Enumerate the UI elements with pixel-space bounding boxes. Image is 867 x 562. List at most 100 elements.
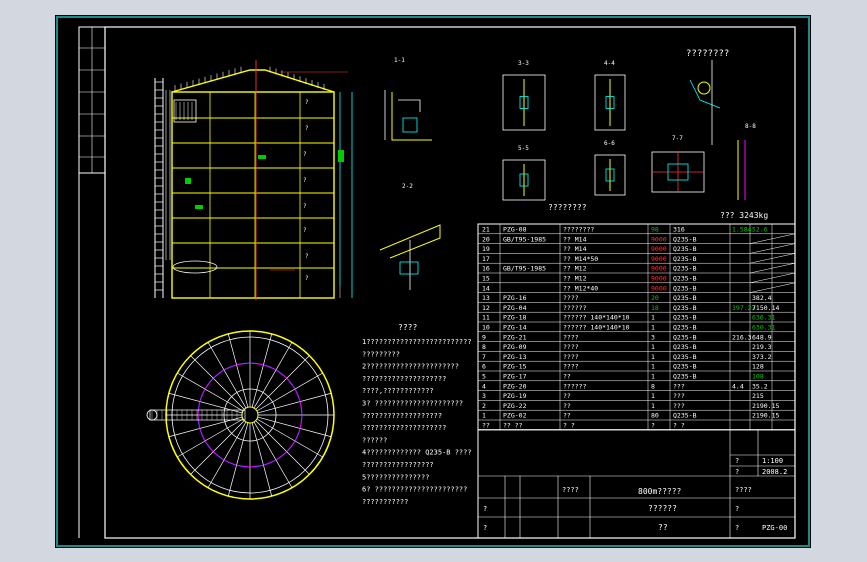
bom-cell-name: ? ?	[563, 422, 575, 430]
bom-cell-no: 7	[482, 353, 486, 361]
bom-cell-code: PZG-20	[503, 382, 527, 390]
callout-mark: ?	[305, 99, 309, 106]
bom-cell-totalw: 7150.14	[752, 304, 779, 312]
tb-date: 2008.2	[762, 468, 787, 476]
callout-mark: ?	[305, 125, 309, 132]
bom-cell-no: 10	[482, 324, 490, 332]
bom-cell-material: Q235-B	[673, 363, 697, 371]
bom-cell-unitw: 1.584	[732, 226, 752, 234]
tb-sub-name: ??????	[648, 504, 677, 513]
dimension-text-marker	[338, 150, 344, 162]
bom-cell-code: PZG-18	[503, 314, 527, 322]
callout-mark: ?	[303, 203, 307, 210]
bom-cell-material: Q235-B	[673, 412, 697, 420]
bom-cell-name: ????	[563, 333, 579, 341]
section-label: 7-7	[672, 135, 683, 142]
bom-cell-name: ??	[563, 412, 571, 420]
bom-cell-no: 9	[482, 333, 486, 341]
bom-cell-name: ??????	[563, 304, 587, 312]
note-line: ???????????	[362, 498, 408, 506]
bom-cell-name: ????	[563, 343, 579, 351]
bom-cell-name: ?????? 140*140*10	[563, 314, 630, 322]
bom-cell-totalw: 636.31	[752, 314, 776, 322]
bom-cell-totalw: 52.6	[752, 226, 768, 234]
notes-title: ????	[398, 323, 417, 332]
bom-cell-code: PZG-13	[503, 353, 527, 361]
section-label: 6-6	[604, 140, 615, 147]
bom-cell-no: 15	[482, 275, 490, 283]
bom-cell-qty: 9000	[651, 245, 667, 253]
dimension-text-marker	[185, 178, 191, 184]
bom-cell-totalw: 373.2	[752, 353, 772, 361]
bom-cell-totalw: 382.4	[752, 294, 772, 302]
bom-cell-material: Q235-B	[673, 314, 697, 322]
bom-cell-no: 3	[482, 392, 486, 400]
bom-cell-name: ?? M12	[563, 265, 587, 273]
bom-cell-qty: 9000	[651, 275, 667, 283]
bom-cell-material: Q235-B	[673, 275, 697, 283]
cad-drawing-canvas[interactable]: ???????? 1-12-23-3 4-45-56-67-78-8 ??????…	[0, 0, 867, 562]
note-line: 1?????????????????????????	[362, 338, 472, 346]
bom-cell-material: ? ?	[673, 422, 685, 430]
bom-cell-qty: 9000	[651, 255, 667, 263]
callout-mark: ?	[305, 253, 309, 260]
section-label: 3-3	[518, 60, 529, 67]
bom-cell-no: 12	[482, 304, 490, 312]
bom-cell-name: ??	[563, 392, 571, 400]
bom-cell-qty: 1	[651, 363, 655, 371]
tb-cell: ?	[735, 524, 739, 532]
note-line: ????????????????????	[362, 424, 446, 432]
section-label: 2-2	[402, 183, 413, 190]
bom-cell-code: GB/T95-1985	[503, 265, 546, 273]
section-label: 8-8	[745, 123, 756, 130]
bom-cell-name: ?? M12*40	[563, 284, 598, 292]
bom-cell-name: ??????	[563, 382, 587, 390]
bom-cell-code: PZG-21	[503, 333, 527, 341]
bom-cell-qty: 1	[651, 402, 655, 410]
section-label: 4-4	[604, 60, 615, 67]
note-line: ????,????????????	[362, 387, 434, 395]
bom-cell-no: 2	[482, 402, 486, 410]
bom-cell-qty: 1	[651, 392, 655, 400]
note-line: ???????????????????	[362, 412, 442, 420]
bom-cell-no: 19	[482, 245, 490, 253]
tb-drawing-no: PZG-00	[762, 524, 787, 532]
bom-cell-material: Q235-B	[673, 333, 697, 341]
bom-cell-totalw: 2190.15	[752, 412, 779, 420]
callout-mark: ?	[303, 151, 307, 158]
bom-cell-material: ???	[673, 392, 685, 400]
bom-cell-qty: 18	[651, 304, 659, 312]
bom-cell-material: Q235-B	[673, 304, 697, 312]
note-line: ????????????????????	[362, 375, 446, 383]
dimension-text-marker	[195, 205, 203, 209]
bom-cell-code: PZG-22	[503, 402, 527, 410]
bom-cell-material: Q235-B	[673, 245, 697, 253]
bom-cell-totalw: 630.31	[752, 324, 776, 332]
note-line: ??????	[362, 436, 387, 444]
tb-cell: ?	[483, 524, 487, 532]
bom-cell-material: Q235-B	[673, 294, 697, 302]
bom-cell-qty: 9000	[651, 284, 667, 292]
bolt-label: ????????	[548, 203, 587, 212]
bom-cell-material: ???	[673, 402, 685, 410]
bom-cell-qty: 3	[651, 333, 655, 341]
bom-cell-material: Q235-B	[673, 265, 697, 273]
bom-cell-totalw: 2190.15	[752, 402, 779, 410]
bom-cell-no: 21	[482, 226, 490, 234]
section-label: 1-1	[394, 57, 405, 64]
bom-cell-no: ??	[482, 422, 490, 430]
bom-cell-code: PZG-04	[503, 304, 527, 312]
bom-cell-no: 16	[482, 265, 490, 273]
bom-cell-totalw: 128	[752, 363, 764, 371]
bom-cell-unitw: 216.3	[732, 333, 752, 341]
bom-cell-qty: 98	[651, 226, 659, 234]
tb-company: ??	[658, 523, 668, 532]
bom-cell-name: ?? M14*50	[563, 255, 598, 263]
bom-cell-qty: 80	[651, 412, 659, 420]
bom-cell-qty: 1	[651, 343, 655, 351]
bom-cell-no: 4	[482, 382, 486, 390]
bom-cell-material: 316	[673, 226, 685, 234]
bom-cell-qty: 20	[651, 294, 659, 302]
bom-cell-code: PZG-19	[503, 392, 527, 400]
bom-cell-code: PZG-02	[503, 412, 527, 420]
